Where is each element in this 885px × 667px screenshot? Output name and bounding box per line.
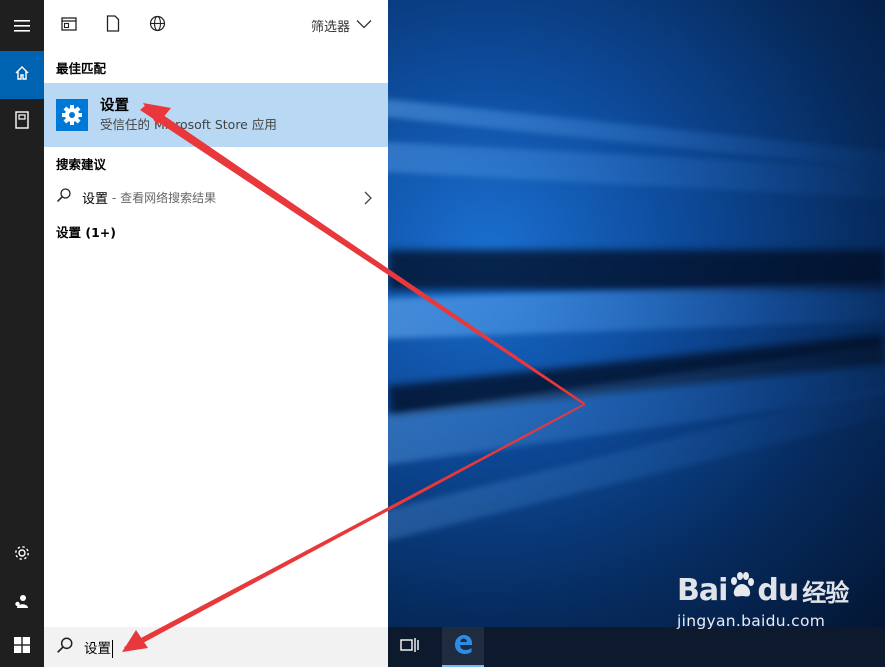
edge-taskbar-button[interactable] <box>442 627 484 667</box>
watermark-url: jingyan.baidu.com <box>677 612 826 630</box>
start-left-rail <box>0 0 44 627</box>
watermark-logo-left: Bai <box>677 572 728 608</box>
suggestion-term: 设置 <box>82 191 109 207</box>
apps-icon <box>61 16 77 35</box>
settings-app-icon <box>56 99 88 131</box>
start-button[interactable] <box>0 627 44 667</box>
watermark-logo-right: du <box>757 572 799 608</box>
gear-icon <box>13 544 31 566</box>
web-suggestion-item[interactable]: 设置 - 查看网络搜索结果 <box>44 179 388 215</box>
chevron-down-icon <box>350 18 372 33</box>
task-view-icon <box>400 637 420 657</box>
user-icon <box>14 593 30 613</box>
home-button[interactable] <box>0 51 44 99</box>
hamburger-icon <box>14 17 30 36</box>
best-match-subtitle: 受信任的 Microsoft Store 应用 <box>100 117 277 132</box>
filter-label: 筛选器 <box>310 20 350 35</box>
taskbar-search-box[interactable]: 设置 <box>44 627 388 667</box>
globe-icon <box>149 15 166 36</box>
desktop-wallpaper <box>388 0 885 627</box>
web-filter-button[interactable] <box>146 15 168 37</box>
search-icon <box>56 187 72 207</box>
settings-button[interactable] <box>0 531 44 579</box>
home-icon <box>14 65 30 85</box>
best-match-title: 设置 <box>100 98 129 114</box>
search-icon <box>56 636 74 658</box>
chevron-right-icon[interactable] <box>364 190 372 209</box>
search-input-value: 设置 <box>84 640 111 657</box>
search-results-panel: 筛选器 最佳匹配 设置 受信任的 Microsoft Store 应用 搜索建议… <box>44 0 388 627</box>
notebook-button[interactable] <box>0 98 44 146</box>
suggestions-heading: 搜索建议 <box>56 156 107 172</box>
search-input[interactable]: 设置 <box>84 637 113 658</box>
baidu-jingyan-watermark: Bai du 经验 jingyan.baidu.com <box>677 572 877 652</box>
filter-dropdown[interactable]: 筛选器 <box>311 16 372 35</box>
documents-filter-button[interactable] <box>102 15 124 37</box>
menu-button[interactable] <box>0 2 44 50</box>
best-match-heading: 最佳匹配 <box>56 60 107 76</box>
suggestion-hint: - 查看网络搜索结果 <box>112 190 217 205</box>
windows-logo-icon <box>14 637 30 657</box>
notebook-icon <box>15 111 29 133</box>
apps-filter-button[interactable] <box>58 15 80 37</box>
document-icon <box>106 15 120 36</box>
user-button[interactable] <box>0 579 44 627</box>
edge-icon <box>452 633 474 659</box>
settings-results-heading[interactable]: 设置 (1+) <box>44 215 388 247</box>
paw-icon <box>729 572 755 608</box>
watermark-logo: Bai du 经验 <box>677 572 877 608</box>
results-toolbar: 筛选器 <box>44 0 388 51</box>
task-view-button[interactable] <box>396 635 424 659</box>
watermark-logo-cn: 经验 <box>802 578 849 607</box>
best-match-item[interactable]: 设置 受信任的 Microsoft Store 应用 <box>44 83 388 147</box>
